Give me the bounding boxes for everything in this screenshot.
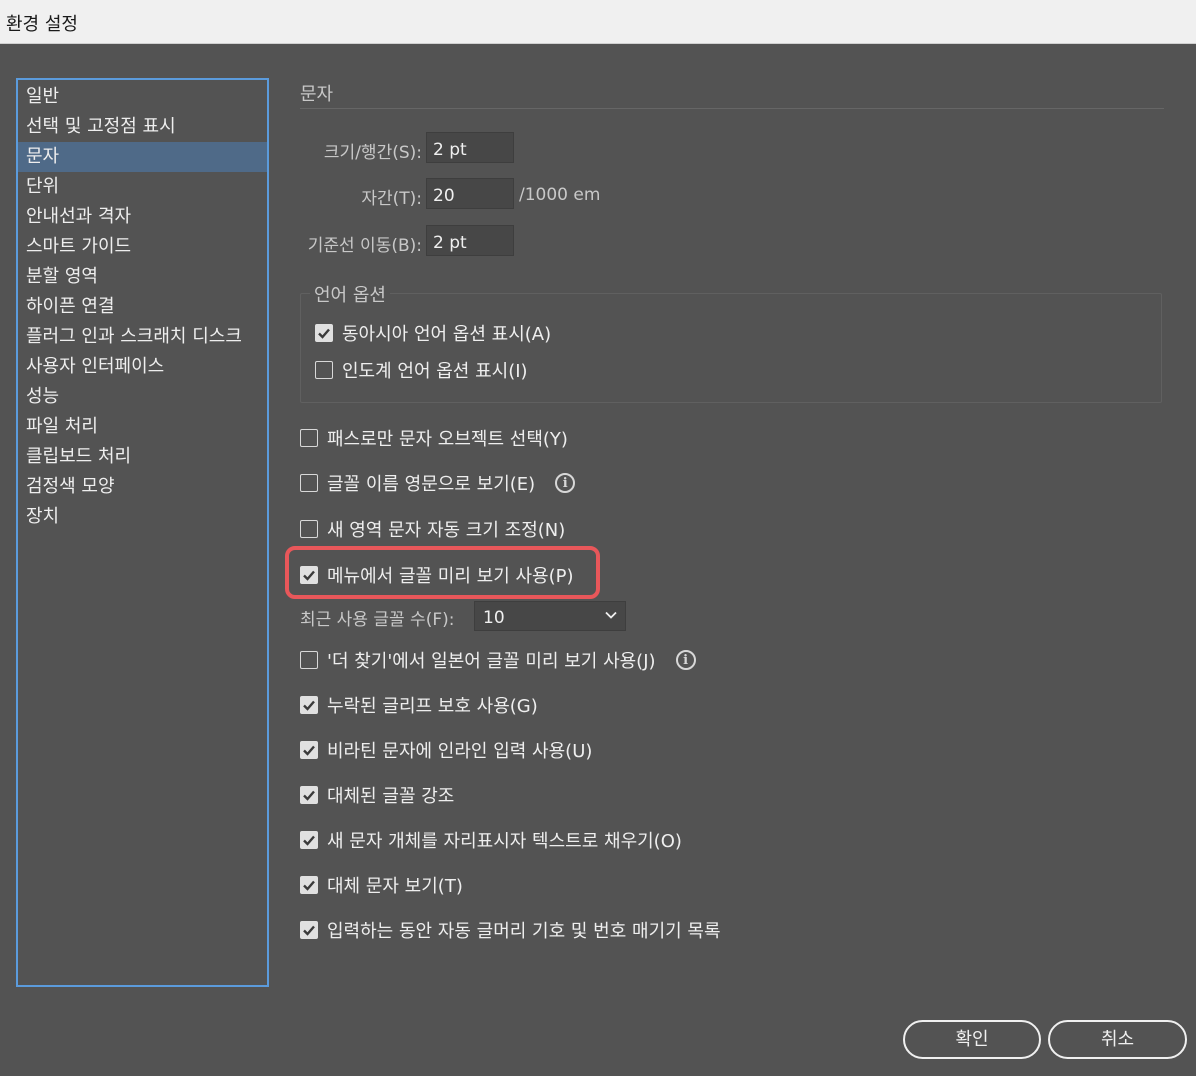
- missing-glyph-checkbox[interactable]: 누락된 글리프 보호 사용(G): [300, 692, 538, 718]
- sidebar-item-smart-guides[interactable]: 스마트 가이드: [18, 232, 267, 262]
- sidebar-item-devices[interactable]: 장치: [18, 502, 267, 532]
- checkbox-checked-icon: [300, 921, 318, 939]
- show-alternates-label: 대체 문자 보기(T): [327, 876, 463, 897]
- recent-fonts-select[interactable]: 10: [474, 601, 626, 631]
- checkbox-unchecked-icon: [315, 361, 333, 379]
- checkbox-checked-icon: [300, 876, 318, 894]
- japanese-preview-label: '더 찾기'에서 일본어 글꼴 미리 보기 사용(J): [327, 651, 656, 672]
- missing-glyph-label: 누락된 글리프 보호 사용(G): [327, 696, 538, 717]
- type-object-selection-checkbox[interactable]: 패스로만 문자 오브젝트 선택(Y): [300, 425, 568, 451]
- sidebar-item-performance[interactable]: 성능: [18, 382, 267, 412]
- tracking-label: 자간(T):: [361, 189, 422, 209]
- checkbox-unchecked-icon: [300, 520, 318, 538]
- size-leading-label: 크기/행간(S):: [323, 143, 422, 163]
- sidebar-item-plugins-scratch[interactable]: 플러그 인과 스크래치 디스크: [18, 322, 267, 352]
- checkbox-checked-icon: [300, 786, 318, 804]
- type-object-selection-label: 패스로만 문자 오브젝트 선택(Y): [327, 429, 568, 450]
- indic-options-checkbox[interactable]: 인도계 언어 옵션 표시(I): [315, 357, 528, 383]
- checkbox-unchecked-icon: [300, 429, 318, 447]
- east-asian-options-checkbox[interactable]: 동아시아 언어 옵션 표시(A): [315, 320, 551, 346]
- tracking-input[interactable]: 20: [426, 178, 514, 209]
- inline-input-checkbox[interactable]: 비라틴 문자에 인라인 입력 사용(U): [300, 737, 592, 763]
- checkbox-checked-icon: [315, 324, 333, 342]
- sidebar-item-slices[interactable]: 분할 영역: [18, 262, 267, 292]
- auto-bullets-label: 입력하는 동안 자동 글머리 기호 및 번호 매기기 목록: [327, 921, 721, 942]
- sidebar-item-user-interface[interactable]: 사용자 인터페이스: [18, 352, 267, 382]
- sidebar-item-black-appearance[interactable]: 검정색 모양: [18, 472, 267, 502]
- info-icon[interactable]: i: [555, 473, 576, 493]
- sidebar-item-general[interactable]: 일반: [18, 82, 267, 112]
- tracking-unit: /1000 em: [519, 185, 601, 205]
- fill-placeholder-label: 새 문자 개체를 자리표시자 텍스트로 채우기(O): [327, 831, 682, 852]
- checkbox-unchecked-icon: [300, 651, 318, 669]
- info-icon[interactable]: i: [675, 650, 696, 670]
- section-title: 문자: [300, 84, 334, 105]
- language-options-legend: 언어 옵션: [310, 281, 390, 307]
- language-options-group: [300, 293, 1162, 403]
- checkbox-checked-icon: [300, 831, 318, 849]
- window-title: 환경 설정: [0, 0, 1196, 44]
- auto-size-area-label: 새 영역 문자 자동 크기 조정(N): [327, 520, 566, 541]
- sidebar-item-guides-grid[interactable]: 안내선과 격자: [18, 202, 267, 232]
- fill-placeholder-checkbox[interactable]: 새 문자 개체를 자리표시자 텍스트로 채우기(O): [300, 827, 682, 853]
- sidebar-item-type[interactable]: 문자: [18, 142, 267, 172]
- baseline-shift-input[interactable]: 2 pt: [426, 225, 514, 256]
- font-preview-label: 메뉴에서 글꼴 미리 보기 사용(P): [327, 566, 574, 587]
- font-names-english-checkbox[interactable]: 글꼴 이름 영문으로 보기(E) i: [300, 470, 576, 496]
- inline-input-label: 비라틴 문자에 인라인 입력 사용(U): [327, 741, 593, 762]
- section-divider: [300, 108, 1164, 109]
- ok-button[interactable]: 확인: [903, 1020, 1041, 1059]
- checkbox-unchecked-icon: [300, 474, 318, 492]
- recent-fonts-label: 최근 사용 글꼴 수(F):: [300, 610, 455, 630]
- sidebar-item-hyphenation[interactable]: 하이픈 연결: [18, 292, 267, 322]
- sidebar-item-units[interactable]: 단위: [18, 172, 267, 202]
- indic-options-label: 인도계 언어 옵션 표시(I): [342, 361, 528, 382]
- sidebar-item-file-handling[interactable]: 파일 처리: [18, 412, 267, 442]
- sidebar-item-clipboard[interactable]: 클립보드 처리: [18, 442, 267, 472]
- auto-size-area-checkbox[interactable]: 새 영역 문자 자동 크기 조정(N): [300, 516, 565, 542]
- sidebar-item-selection-anchor[interactable]: 선택 및 고정점 표시: [18, 112, 267, 142]
- checkbox-checked-icon: [300, 566, 318, 584]
- chevron-down-icon: [605, 611, 617, 619]
- category-list[interactable]: 일반 선택 및 고정점 표시 문자 단위 안내선과 격자 스마트 가이드 분할 …: [16, 78, 269, 987]
- checkbox-checked-icon: [300, 696, 318, 714]
- cancel-button[interactable]: 취소: [1048, 1020, 1187, 1059]
- font-preview-checkbox[interactable]: 메뉴에서 글꼴 미리 보기 사용(P): [300, 562, 574, 588]
- highlight-substituted-checkbox[interactable]: 대체된 글꼴 강조: [300, 782, 454, 808]
- auto-bullets-checkbox[interactable]: 입력하는 동안 자동 글머리 기호 및 번호 매기기 목록: [300, 917, 721, 943]
- east-asian-options-label: 동아시아 언어 옵션 표시(A): [342, 324, 552, 345]
- checkbox-checked-icon: [300, 741, 318, 759]
- font-names-english-label: 글꼴 이름 영문으로 보기(E): [327, 474, 536, 495]
- highlight-substituted-label: 대체된 글꼴 강조: [327, 786, 455, 807]
- size-leading-input[interactable]: 2 pt: [426, 132, 514, 163]
- show-alternates-checkbox[interactable]: 대체 문자 보기(T): [300, 872, 463, 898]
- recent-fonts-value: 10: [483, 608, 505, 628]
- japanese-preview-checkbox[interactable]: '더 찾기'에서 일본어 글꼴 미리 보기 사용(J) i: [300, 647, 696, 673]
- baseline-shift-label: 기준선 이동(B):: [307, 236, 422, 256]
